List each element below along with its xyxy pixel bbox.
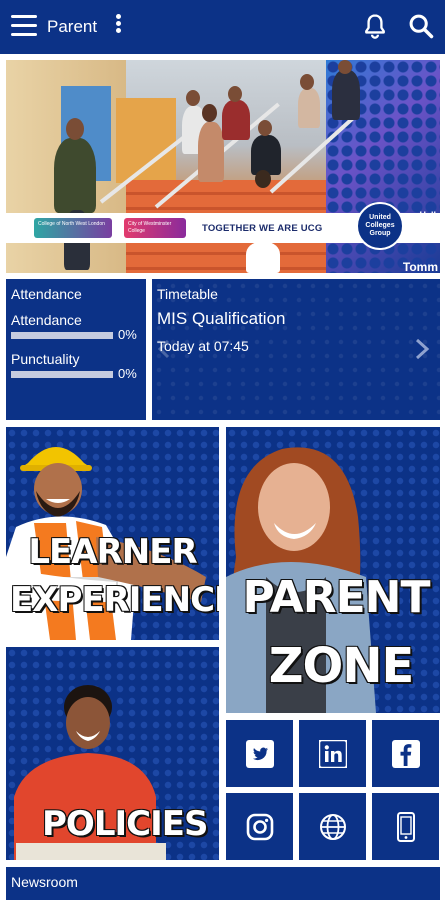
parent-zone-tile[interactable]: PARENT ZONE: [226, 427, 440, 713]
tile-title: Timetable: [157, 286, 218, 302]
learner-title-line1: LEARNER: [28, 532, 197, 572]
tile-title: Newsroom: [11, 874, 78, 890]
page-title: Parent: [47, 17, 98, 36]
tile-title: Attendance: [11, 286, 82, 302]
mobile-phone-icon: [396, 811, 415, 842]
attendance-tile[interactable]: Attendance Attendance 0% Punctuality 0%: [6, 279, 146, 420]
instagram-button[interactable]: [226, 793, 293, 860]
globe-icon: [319, 813, 346, 840]
learner-experience-tile[interactable]: LEARNER EXPERIENCE: [6, 427, 219, 640]
newsroom-tile[interactable]: Newsroom: [6, 867, 440, 900]
college-logo: College of North West London: [34, 218, 112, 238]
app-bar: Parent: [0, 0, 445, 54]
chevron-left-icon[interactable]: [156, 339, 172, 359]
attendance-label: Attendance: [11, 312, 82, 328]
facebook-icon: [391, 739, 420, 768]
hero-banner[interactable]: College of North West London City of Wes…: [6, 60, 440, 273]
facebook-button[interactable]: [372, 720, 439, 787]
parent-title-line2: ZONE: [268, 638, 415, 694]
hero-caption: Hall: [419, 210, 436, 220]
instagram-icon: [246, 813, 273, 840]
attendance-progress-bar: [11, 332, 113, 339]
ucg-logo: United Colleges Group: [356, 202, 404, 250]
punctuality-progress-bar: [11, 371, 113, 378]
attendance-value: 0%: [118, 327, 137, 342]
menu-icon[interactable]: [11, 15, 37, 39]
website-button[interactable]: [299, 793, 366, 860]
bell-icon[interactable]: [361, 12, 389, 40]
twitter-button[interactable]: [226, 720, 293, 787]
college-logo: City of Westminster College: [124, 218, 186, 238]
timetable-qualification: MIS Qualification: [157, 309, 286, 328]
punctuality-value: 0%: [118, 366, 137, 381]
ribbon-slogan: TOGETHER WE ARE UCG: [202, 223, 323, 234]
punctuality-label: Punctuality: [11, 351, 80, 367]
timetable-tile[interactable]: Timetable MIS Qualification Today at 07:…: [152, 279, 440, 420]
twitter-icon: [245, 739, 274, 768]
more-vert-icon[interactable]: [113, 14, 123, 38]
hero-caption: Tomm: [402, 260, 438, 273]
linkedin-button[interactable]: [299, 720, 366, 787]
linkedin-icon: [318, 739, 347, 768]
policies-title: POLICIES: [42, 804, 208, 844]
parent-title-line1: PARENT: [242, 572, 430, 623]
learner-title-line2: EXPERIENCE: [10, 580, 219, 620]
policies-tile[interactable]: POLICIES: [6, 647, 219, 860]
mobile-app-button[interactable]: [372, 793, 439, 860]
chevron-right-icon[interactable]: [412, 337, 432, 361]
search-icon[interactable]: [407, 12, 435, 40]
